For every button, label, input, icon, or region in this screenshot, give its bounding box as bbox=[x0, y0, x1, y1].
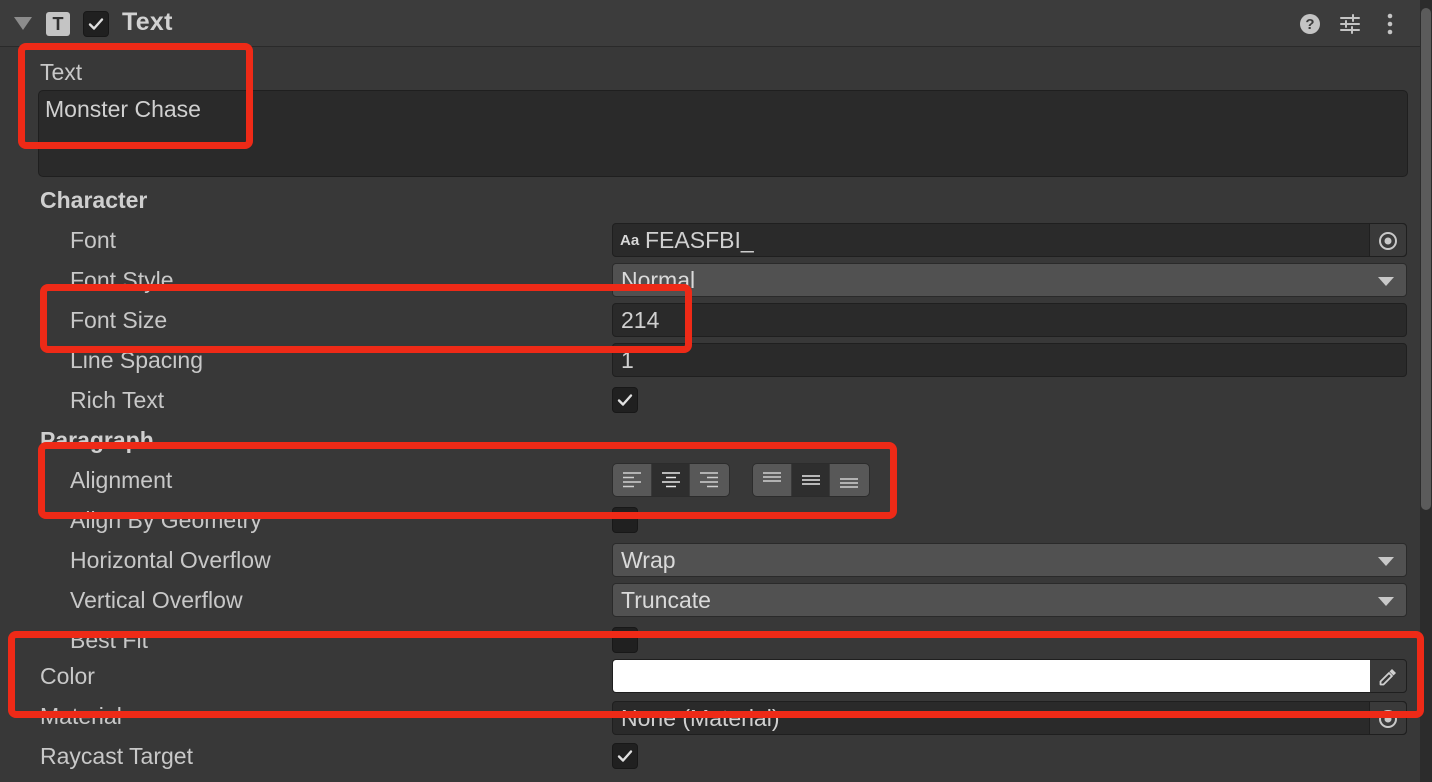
help-icon[interactable]: ? bbox=[1298, 12, 1322, 36]
eyedropper-icon bbox=[1379, 669, 1396, 686]
horizontal-overflow-label: Horizontal Overflow bbox=[70, 547, 271, 573]
align-left-icon bbox=[623, 472, 641, 488]
eyedropper-button[interactable] bbox=[1370, 660, 1406, 692]
best-fit-label: Best Fit bbox=[70, 627, 148, 653]
checkmark-icon bbox=[88, 18, 104, 30]
object-picker-button[interactable] bbox=[1369, 224, 1406, 256]
line-spacing-value: 1 bbox=[621, 347, 634, 373]
raycast-target-checkbox[interactable] bbox=[612, 743, 638, 769]
align-bottom-button[interactable] bbox=[830, 464, 869, 496]
align-top-button[interactable] bbox=[753, 464, 792, 496]
align-middle-icon bbox=[801, 475, 820, 485]
font-style-value: Normal bbox=[621, 267, 696, 293]
align-middle-button[interactable] bbox=[791, 464, 831, 496]
align-by-geometry-label: Align By Geometry bbox=[70, 507, 262, 533]
vertical-overflow-value: Truncate bbox=[621, 587, 711, 613]
font-style-label: Font Style bbox=[70, 267, 174, 293]
presets-icon[interactable] bbox=[1338, 12, 1362, 36]
alignment-label: Alignment bbox=[70, 467, 173, 493]
font-asset-icon: Aa bbox=[620, 232, 640, 249]
component-header[interactable]: T Text ? bbox=[0, 0, 1420, 47]
align-center-icon bbox=[661, 472, 680, 488]
font-size-value: 214 bbox=[621, 307, 660, 333]
svg-text:?: ? bbox=[1305, 16, 1314, 33]
align-bottom-icon bbox=[840, 478, 859, 488]
foldout-arrow-icon[interactable] bbox=[14, 17, 32, 30]
align-center-button[interactable] bbox=[651, 464, 691, 496]
align-right-icon bbox=[700, 472, 719, 488]
align-by-geometry-checkbox[interactable] bbox=[612, 507, 638, 533]
vertical-overflow-dropdown[interactable]: Truncate bbox=[612, 583, 1407, 617]
text-component-icon: T bbox=[46, 12, 70, 36]
scrollbar-thumb[interactable] bbox=[1421, 8, 1431, 510]
font-size-input[interactable]: 214 bbox=[612, 303, 1407, 337]
material-value: None (Material) bbox=[621, 705, 780, 731]
font-label: Font bbox=[70, 227, 117, 253]
align-top-icon bbox=[763, 472, 781, 482]
rich-text-label: Rich Text bbox=[70, 387, 165, 413]
material-label: Material bbox=[40, 703, 122, 729]
text-input[interactable]: Monster Chase bbox=[38, 90, 1408, 177]
character-heading: Character bbox=[40, 187, 148, 213]
font-value: FEASFBI_ bbox=[645, 227, 754, 253]
object-picker-icon bbox=[1379, 710, 1397, 728]
checkmark-icon bbox=[617, 750, 633, 762]
material-field[interactable]: None (Material) bbox=[612, 701, 1407, 735]
color-label: Color bbox=[40, 663, 95, 689]
font-size-label: Font Size bbox=[70, 307, 168, 333]
paragraph-heading: Paragraph bbox=[40, 427, 154, 453]
rich-text-checkbox[interactable] bbox=[612, 387, 638, 413]
best-fit-checkbox[interactable] bbox=[612, 627, 638, 653]
text-input-value: Monster Chase bbox=[45, 96, 201, 122]
more-options-icon[interactable] bbox=[1378, 12, 1402, 36]
dropdown-arrow-icon bbox=[1378, 557, 1394, 566]
align-right-button[interactable] bbox=[690, 464, 729, 496]
vertical-overflow-label: Vertical Overflow bbox=[70, 587, 243, 613]
raycast-target-label: Raycast Target bbox=[40, 743, 193, 769]
horizontal-overflow-dropdown[interactable]: Wrap bbox=[612, 543, 1407, 577]
object-picker-icon bbox=[1379, 232, 1397, 250]
vertical-alignment-group bbox=[752, 463, 870, 497]
color-field[interactable] bbox=[612, 659, 1407, 693]
line-spacing-input[interactable]: 1 bbox=[612, 343, 1407, 377]
line-spacing-label: Line Spacing bbox=[70, 347, 203, 373]
inspector-panel: T Text ? Text Monster Chase Character Fo… bbox=[0, 0, 1432, 782]
component-title: Text bbox=[122, 8, 173, 36]
dropdown-arrow-icon bbox=[1378, 277, 1394, 286]
horizontal-overflow-value: Wrap bbox=[621, 547, 676, 573]
text-label: Text bbox=[40, 59, 83, 85]
checkmark-icon bbox=[617, 394, 633, 406]
align-left-button[interactable] bbox=[613, 464, 652, 496]
font-style-dropdown[interactable]: Normal bbox=[612, 263, 1407, 297]
dropdown-arrow-icon bbox=[1378, 597, 1394, 606]
font-field[interactable]: Aa FEASFBI_ bbox=[612, 223, 1407, 257]
component-enabled-checkbox[interactable] bbox=[83, 11, 109, 37]
horizontal-alignment-group bbox=[612, 463, 730, 497]
color-swatch[interactable] bbox=[613, 660, 1370, 692]
object-picker-button[interactable] bbox=[1369, 702, 1406, 734]
